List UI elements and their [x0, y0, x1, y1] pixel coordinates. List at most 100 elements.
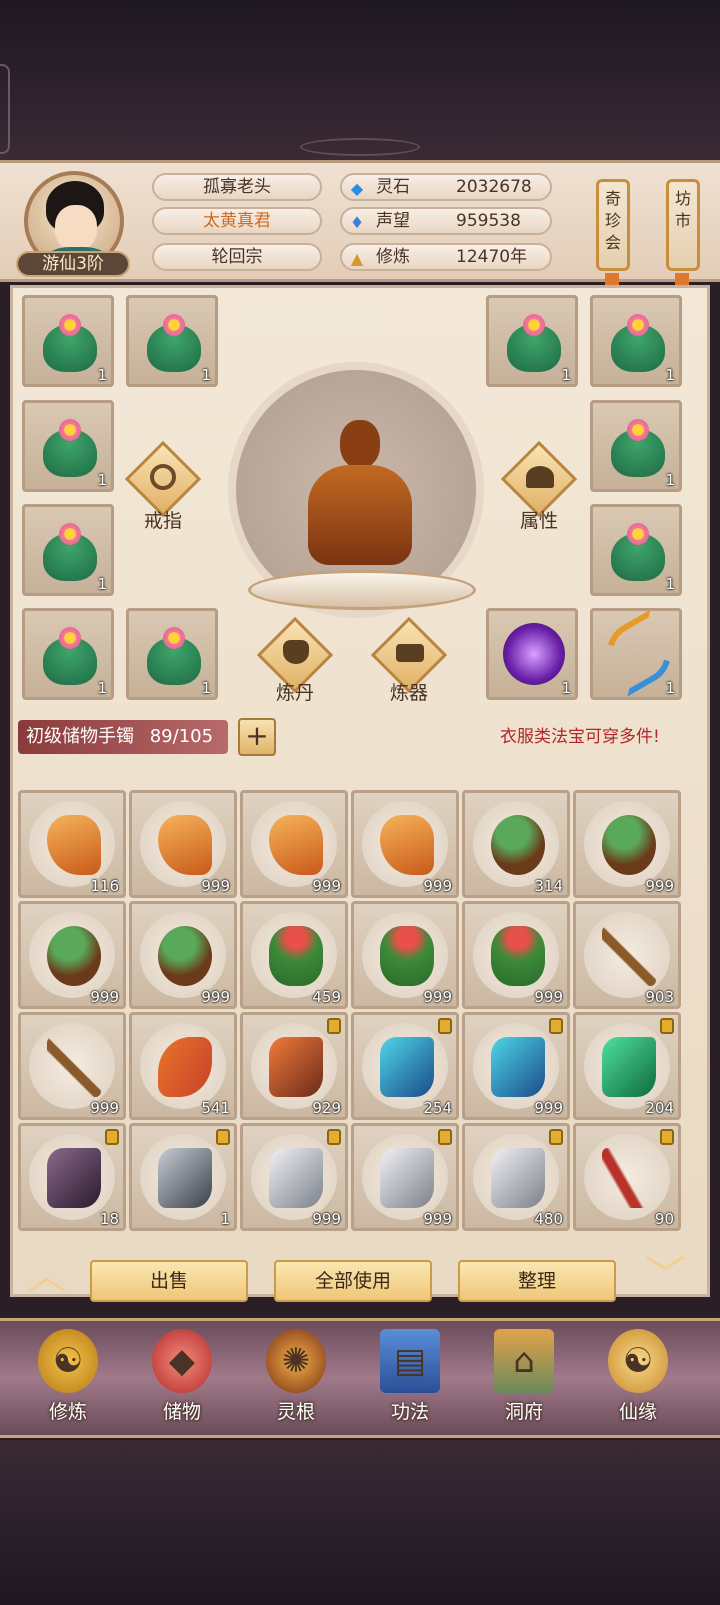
- equip-slot[interactable]: 1: [590, 400, 682, 492]
- scroll-up-icon[interactable]: ︿: [22, 1256, 72, 1296]
- inventory-cell[interactable]: 999: [351, 790, 459, 898]
- inventory-cell[interactable]: 18: [18, 1123, 126, 1231]
- inventory-cell[interactable]: 480: [462, 1123, 570, 1231]
- bag-capacity: 89/105: [149, 726, 214, 747]
- inventory-cell[interactable]: 459: [240, 901, 348, 1009]
- cauldron-icon: [283, 640, 309, 664]
- item-count: 254: [423, 1099, 452, 1117]
- sort-button[interactable]: 整理: [458, 1260, 616, 1302]
- player-name: 孤寡老头: [152, 173, 322, 201]
- equip-slot[interactable]: 1: [126, 608, 218, 700]
- spirit-stone-icon: ◆: [350, 179, 364, 198]
- equip-slot[interactable]: 1: [126, 295, 218, 387]
- equip-slot[interactable]: 1: [486, 608, 578, 700]
- item-count: 204: [645, 1099, 674, 1117]
- nav-fate[interactable]: ☯ 仙缘: [588, 1329, 688, 1437]
- inventory-cell[interactable]: 999: [129, 901, 237, 1009]
- silver-ore-icon: [380, 1148, 434, 1208]
- green-plant-icon: [41, 519, 99, 581]
- inventory-cell[interactable]: 999: [18, 901, 126, 1009]
- leafy-root-icon: [602, 815, 656, 875]
- anvil-icon: [396, 644, 424, 662]
- inventory-cell[interactable]: 999: [462, 1012, 570, 1120]
- equip-slot[interactable]: 1: [590, 295, 682, 387]
- inventory-cell[interactable]: 116: [18, 790, 126, 898]
- expand-bag-button[interactable]: +: [238, 718, 276, 756]
- inventory-cell[interactable]: 314: [462, 790, 570, 898]
- inventory-cell[interactable]: 999: [462, 901, 570, 1009]
- wear-hint: 衣服类法宝可穿多件!: [500, 727, 660, 747]
- equip-slot[interactable]: 1: [590, 608, 683, 700]
- inventory-cell[interactable]: 541: [129, 1012, 237, 1120]
- green-plant-icon: [505, 310, 563, 372]
- resource-cultivation: ▲ 修炼 12470年: [340, 243, 552, 271]
- equip-slot[interactable]: 1: [22, 400, 114, 492]
- red-flower-herb-icon: [269, 926, 323, 986]
- equip-slot[interactable]: 1: [22, 608, 114, 700]
- inventory-cell[interactable]: 999: [129, 790, 237, 898]
- item-count: 999: [645, 877, 674, 895]
- nav-spirit-root[interactable]: ✺ 灵根: [246, 1329, 346, 1437]
- inventory-cell[interactable]: 999: [351, 901, 459, 1009]
- spirit-root-icon: ✺: [266, 1329, 326, 1393]
- resource-reputation: ♦ 声望 959538: [340, 207, 552, 235]
- green-ore-icon: [602, 1037, 656, 1097]
- sell-button[interactable]: 出售: [90, 1260, 248, 1302]
- inventory-cell[interactable]: 204: [573, 1012, 681, 1120]
- market-button[interactable]: 坊市: [666, 179, 700, 271]
- player-header: 游仙3阶 孤寡老头 太黄真君 轮回宗 ◆ 灵石 2032678 ♦ 声望 959…: [0, 160, 720, 295]
- dark-purple-ore-icon: [47, 1148, 101, 1208]
- left-edge-tab[interactable]: [0, 64, 10, 154]
- ring-label: 戒指: [143, 510, 182, 532]
- meditation-icon: ▲: [350, 249, 364, 268]
- lock-icon: [216, 1129, 230, 1145]
- inventory-cell[interactable]: 999: [573, 790, 681, 898]
- blue-ore-icon: [380, 1037, 434, 1097]
- inventory-cell[interactable]: 90: [573, 1123, 681, 1231]
- meditating-character: [290, 410, 430, 580]
- red-flower-herb-icon: [491, 926, 545, 986]
- inventory-cell[interactable]: 999: [240, 1123, 348, 1231]
- item-count: 999: [423, 877, 452, 895]
- inventory-cell[interactable]: 254: [351, 1012, 459, 1120]
- nav-storage[interactable]: ◆ 储物: [132, 1329, 232, 1437]
- berry-branch-icon: [47, 1037, 101, 1097]
- item-count: 999: [534, 1099, 563, 1117]
- item-count: 480: [534, 1210, 563, 1228]
- item-count: 1: [220, 1210, 230, 1228]
- equip-slot[interactable]: 1: [590, 504, 682, 596]
- bottom-nav: ☯ 修炼 ◆ 储物 ✺ 灵根 ▤ 功法 ⌂ 洞府 ☯ 仙缘: [0, 1318, 720, 1438]
- scroll-down-icon[interactable]: ﹀: [640, 1256, 690, 1296]
- lock-icon: [660, 1129, 674, 1145]
- purple-dragon-orb-icon: [503, 623, 565, 685]
- equip-slot[interactable]: 1: [486, 295, 578, 387]
- inventory-cell[interactable]: 999: [351, 1123, 459, 1231]
- lock-icon: [327, 1129, 341, 1145]
- inventory-cell[interactable]: 929: [240, 1012, 348, 1120]
- equip-slot[interactable]: 1: [22, 504, 114, 596]
- item-count: 999: [201, 988, 230, 1006]
- inventory-cell[interactable]: 999: [240, 790, 348, 898]
- use-all-button[interactable]: 全部使用: [274, 1260, 432, 1302]
- item-count: 18: [99, 1210, 119, 1228]
- green-plant-icon: [41, 415, 99, 477]
- item-count: 116: [90, 877, 119, 895]
- header-ornament: [300, 138, 420, 156]
- item-count: 459: [312, 988, 341, 1006]
- green-plant-icon: [609, 415, 667, 477]
- inventory-cell[interactable]: 999: [18, 1012, 126, 1120]
- nav-cave[interactable]: ⌂ 洞府: [474, 1329, 574, 1437]
- technique-book-icon: ▤: [380, 1329, 440, 1393]
- inventory-cell[interactable]: 1: [129, 1123, 237, 1231]
- player-sect: 轮回宗: [152, 243, 322, 271]
- attribute-label: 属性: [519, 510, 558, 532]
- treasure-shop-button[interactable]: 奇珍会: [596, 179, 630, 271]
- lock-icon: [438, 1018, 452, 1034]
- equip-slot[interactable]: 1: [22, 295, 114, 387]
- nav-cultivate[interactable]: ☯ 修炼: [18, 1329, 118, 1437]
- red-coral-branch-icon: [602, 1148, 656, 1208]
- lock-icon: [549, 1129, 563, 1145]
- inventory-cell[interactable]: 903: [573, 901, 681, 1009]
- green-plant-icon: [609, 310, 667, 372]
- nav-technique[interactable]: ▤ 功法: [360, 1329, 460, 1437]
